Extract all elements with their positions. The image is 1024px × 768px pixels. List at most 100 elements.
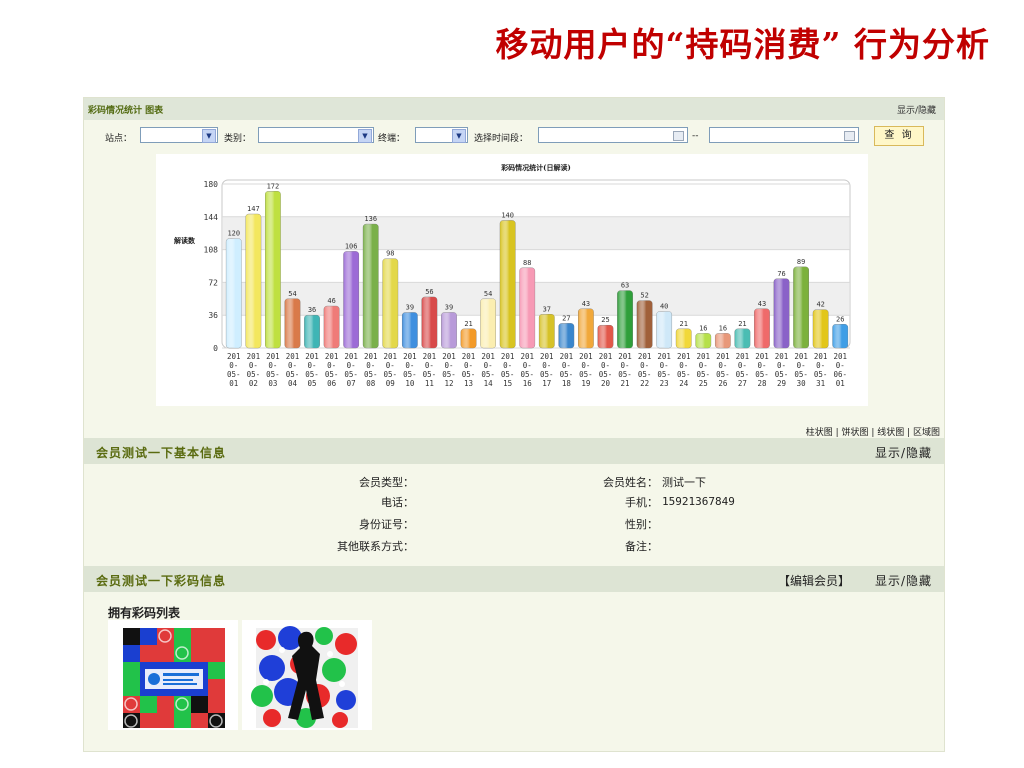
codes-toggle[interactable]: 显示/隐藏 xyxy=(875,572,932,589)
x-tick-label: 18 xyxy=(562,379,572,388)
chevron-down-icon[interactable]: ▼ xyxy=(452,129,466,143)
bar-highlight xyxy=(813,309,829,348)
x-tick-label: 01 xyxy=(229,379,238,388)
end-date-input[interactable] xyxy=(709,127,859,143)
x-tick-label: 05- xyxy=(657,370,671,379)
x-tick-label: 05- xyxy=(266,370,280,379)
bar-value-label: 46 xyxy=(327,297,335,305)
x-tick-label: 0- xyxy=(327,361,336,370)
x-tick-label: 16 xyxy=(523,379,533,388)
chevron-down-icon[interactable]: ▼ xyxy=(358,129,372,143)
query-button[interactable]: 查 询 xyxy=(874,126,924,146)
art-code-thumbnail[interactable] xyxy=(242,620,372,730)
stat-panel-toggle[interactable]: 显示/隐藏 xyxy=(897,103,936,116)
x-tick-label: 06- xyxy=(833,370,847,379)
y-axis-label: 解读数 xyxy=(174,236,196,245)
x-tick-label: 05- xyxy=(442,370,456,379)
member-info-toggle[interactable]: 显示/隐藏 xyxy=(875,444,932,461)
y-tick-label: 108 xyxy=(204,246,219,255)
x-tick-label: 06 xyxy=(327,379,337,388)
bar-value-label: 56 xyxy=(425,288,433,296)
x-tick-label: 201 xyxy=(755,352,769,361)
site-select[interactable]: ▼ xyxy=(140,127,218,143)
x-tick-label: 05- xyxy=(677,370,691,379)
member-info-header: 会员测试一下基本信息 显示/隐藏 xyxy=(84,438,944,464)
calendar-icon[interactable] xyxy=(844,131,855,141)
x-tick-label: 02 xyxy=(249,379,258,388)
art-code-image xyxy=(251,626,358,728)
x-tick-label: 0- xyxy=(777,361,786,370)
color-code-image xyxy=(123,628,225,728)
mobile-value: 15921367849 xyxy=(662,495,735,508)
bar-value-label: 98 xyxy=(386,250,394,258)
bar-highlight xyxy=(734,328,751,348)
type-label: 类别： xyxy=(224,134,252,144)
calendar-icon[interactable] xyxy=(673,131,684,141)
bar-highlight xyxy=(284,298,301,348)
x-tick-label: 25 xyxy=(699,379,708,388)
x-tick-label: 0- xyxy=(405,361,414,370)
x-tick-label: 27 xyxy=(738,379,747,388)
codes-header: 会员测试一下彩码信息 【编辑会员】 显示/隐藏 xyxy=(84,566,944,592)
bar-highlight xyxy=(656,311,672,348)
x-tick-label: 0- xyxy=(757,361,766,370)
x-tick-label: 201 xyxy=(794,352,808,361)
x-tick-label: 0- xyxy=(562,361,571,370)
chevron-down-icon[interactable]: ▼ xyxy=(202,129,216,143)
chart-type-links[interactable]: 柱状图 | 饼状图 | 线状图 | 区域图 xyxy=(806,425,940,438)
color-code-thumbnail[interactable] xyxy=(108,620,238,730)
x-tick-label: 21 xyxy=(621,379,630,388)
start-date-input[interactable] xyxy=(538,127,688,143)
x-tick-label: 29 xyxy=(777,379,786,388)
bar-value-label: 120 xyxy=(227,230,240,238)
other-contact-label: 其他联系方式： xyxy=(337,540,414,553)
x-tick-label: 05- xyxy=(716,370,730,379)
y-tick-label: 72 xyxy=(208,278,218,287)
bar-value-label: 26 xyxy=(836,315,844,323)
mobile-label: 手机： xyxy=(625,496,658,509)
x-tick-label: 05- xyxy=(501,370,515,379)
site-label: 站点： xyxy=(105,134,133,144)
bar-value-label: 16 xyxy=(719,324,727,332)
edit-member-link[interactable]: 【编辑会员】 xyxy=(778,572,850,589)
bar-value-label: 43 xyxy=(582,300,590,308)
bar-value-label: 147 xyxy=(247,205,260,213)
bar-value-label: 16 xyxy=(699,324,707,332)
x-tick-label: 0- xyxy=(464,361,473,370)
x-tick-label: 05- xyxy=(384,370,398,379)
bar-value-label: 39 xyxy=(406,303,414,311)
bar-value-label: 63 xyxy=(621,282,629,290)
bar-value-label: 54 xyxy=(288,290,296,298)
terminal-select[interactable]: ▼ xyxy=(415,127,468,143)
x-tick-label: 0- xyxy=(503,361,512,370)
bar-highlight xyxy=(617,290,633,348)
bar-highlight xyxy=(343,251,359,348)
x-tick-label: 201 xyxy=(599,352,613,361)
x-tick-label: 0- xyxy=(444,361,453,370)
x-tick-label: 0- xyxy=(308,361,317,370)
x-tick-label: 0- xyxy=(542,361,551,370)
x-tick-label: 0- xyxy=(601,361,610,370)
bar-value-label: 21 xyxy=(680,320,688,328)
member-info-title: 会员测试一下基本信息 xyxy=(96,446,227,460)
bar-highlight xyxy=(304,315,320,348)
x-tick-label: 05- xyxy=(599,370,613,379)
bar-highlight xyxy=(832,324,848,348)
y-tick-label: 144 xyxy=(204,213,219,222)
x-tick-label: 05- xyxy=(775,370,789,379)
bar-value-label: 21 xyxy=(464,320,472,328)
codes-title: 会员测试一下彩码信息 xyxy=(96,574,227,588)
type-select[interactable]: ▼ xyxy=(258,127,374,143)
bar-highlight xyxy=(597,325,614,348)
x-tick-label: 05- xyxy=(403,370,417,379)
x-tick-label: 05- xyxy=(618,370,632,379)
gender-label: 性别： xyxy=(625,518,658,531)
x-tick-label: 23 xyxy=(660,379,669,388)
x-tick-label: 201 xyxy=(286,352,300,361)
x-tick-label: 19 xyxy=(581,379,590,388)
x-tick-label: 201 xyxy=(364,352,378,361)
bar-value-label: 76 xyxy=(777,270,785,278)
x-tick-label: 17 xyxy=(542,379,551,388)
x-tick-label: 0- xyxy=(386,361,395,370)
bar-value-label: 172 xyxy=(267,182,280,190)
